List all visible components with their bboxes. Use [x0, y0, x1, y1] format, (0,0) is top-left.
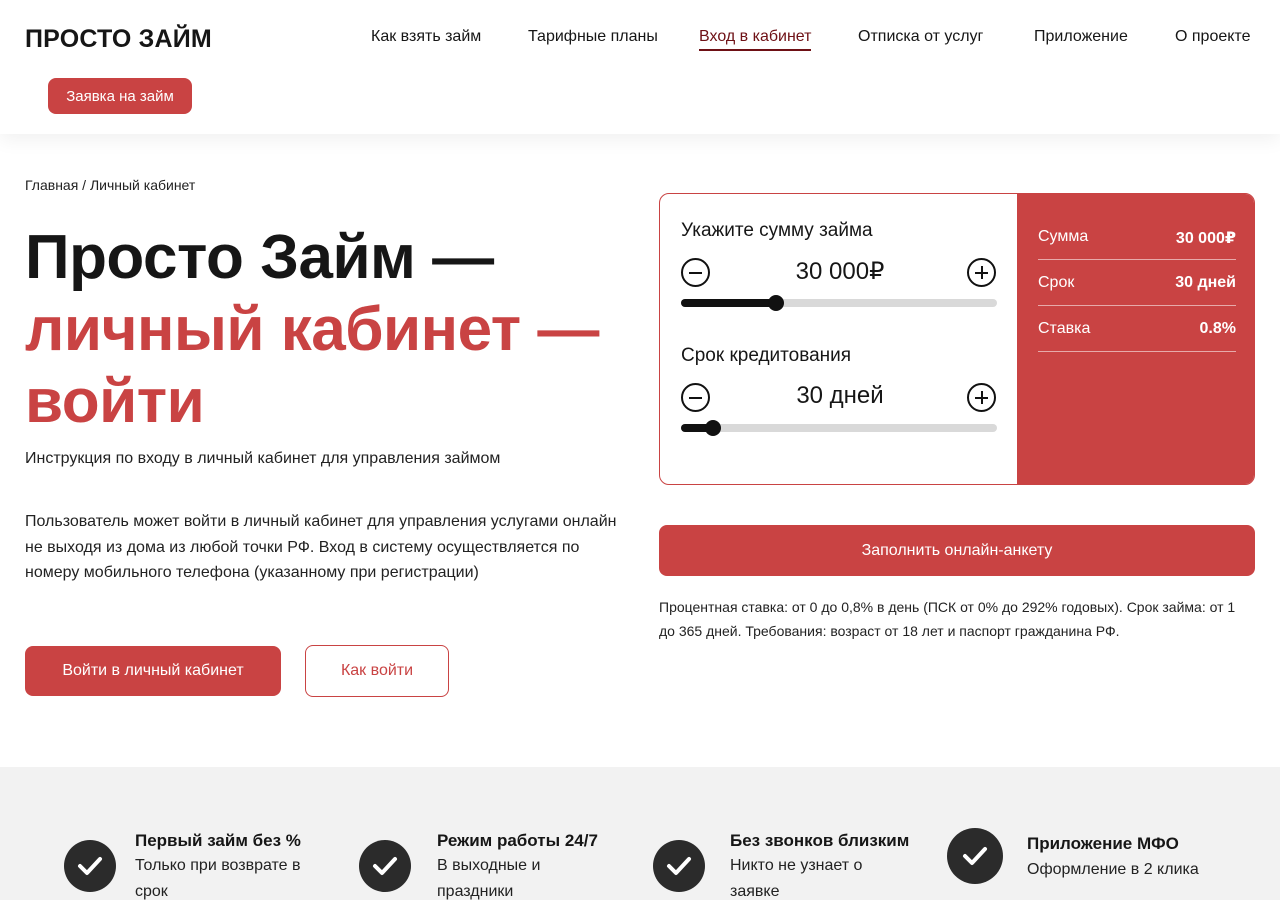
apply-loan-button[interactable]: Заявка на займ [48, 78, 192, 114]
loan-calculator: Укажите сумму займа 30 000₽ Срок кредито… [659, 193, 1255, 485]
feature-text: Никто не узнает о заявке [730, 857, 863, 900]
nav-login-cabinet[interactable]: Вход в кабинет [699, 28, 812, 51]
amount-label: Укажите сумму займа [681, 220, 873, 241]
login-cabinet-button[interactable]: Войти в личный кабинет [25, 646, 281, 696]
feature-title: Режим работы 24/7 [437, 831, 598, 850]
amount-increase-button[interactable] [967, 258, 996, 287]
check-icon [359, 840, 411, 892]
nav-about[interactable]: О проекте [1175, 28, 1250, 46]
amount-slider-handle[interactable] [767, 295, 784, 311]
loan-terms-text: Процентная ставка: от 0 до 0,8% в день (… [659, 599, 1236, 639]
page-subtitle: Инструкция по входу в личный кабинет для… [25, 450, 501, 467]
amount-slider-fill [681, 299, 776, 307]
summary-value: 30 000₽ [1175, 230, 1236, 247]
amount-value: 30 000₽ [795, 258, 885, 285]
feature-text: В выходные и праздники [437, 857, 541, 900]
minus-icon [689, 271, 702, 274]
nav-app[interactable]: Приложение [1034, 28, 1128, 46]
term-increase-button[interactable] [967, 383, 996, 412]
how-to-login-button[interactable]: Как войти [305, 645, 449, 697]
main-nav: Как взять займ Тарифные планы Вход в каб… [0, 28, 1280, 52]
feature-text: Только при возврате в срок [135, 857, 301, 900]
amount-decrease-button[interactable] [681, 258, 710, 287]
summary-key: Сумма [1038, 228, 1089, 245]
check-icon [653, 840, 705, 892]
calculator-summary: Сумма 30 000₽ Срок 30 дней Ставка 0.8% [1017, 194, 1254, 484]
summary-value: 30 дней [1175, 274, 1236, 291]
summary-value: 0.8% [1199, 320, 1236, 337]
nav-how-to-get-loan[interactable]: Как взять займ [371, 28, 481, 46]
features-strip: Первый займ без % Только при возврате в … [0, 767, 1280, 900]
feature-title: Приложение МФО [1027, 834, 1179, 853]
fill-application-button[interactable]: Заполнить онлайн-анкету [659, 525, 1255, 576]
minus-icon [689, 396, 702, 399]
amount-slider[interactable] [681, 295, 997, 311]
summary-key: Срок [1038, 274, 1075, 291]
summary-row-term: Срок 30 дней [1038, 260, 1236, 306]
term-slider[interactable] [681, 420, 997, 436]
summary-row-rate: Ставка 0.8% [1038, 306, 1236, 352]
title-line-3: войти [25, 367, 205, 436]
feature-title: Первый займ без % [135, 831, 301, 850]
summary-key: Ставка [1038, 320, 1091, 337]
site-header: ПРОСТО ЗАЙМ Как взять займ Тарифные план… [0, 0, 1280, 134]
title-line-1: Просто Займ — [25, 223, 494, 292]
nav-unsubscribe[interactable]: Отписка от услуг [858, 28, 983, 46]
breadcrumb[interactable]: Главная / Личный кабинет [25, 177, 195, 193]
title-line-2: личный кабинет — [25, 295, 599, 364]
page-description: Пользователь может войти в личный кабине… [25, 513, 617, 581]
term-label: Срок кредитования [681, 345, 852, 366]
calculator-controls: Укажите сумму займа 30 000₽ Срок кредито… [660, 194, 1017, 484]
summary-row-amount: Сумма 30 000₽ [1038, 214, 1236, 260]
feature-title: Без звонков близким [730, 831, 910, 850]
term-slider-handle[interactable] [704, 420, 721, 436]
nav-tariff-plans[interactable]: Тарифные планы [528, 28, 658, 46]
check-icon [947, 828, 1003, 884]
term-value: 30 дней [796, 382, 884, 409]
feature-text: Оформление в 2 клика [1027, 861, 1199, 878]
check-icon [64, 840, 116, 892]
term-decrease-button[interactable] [681, 383, 710, 412]
page-title: Просто Займ — личный кабинет — войти [25, 222, 635, 438]
